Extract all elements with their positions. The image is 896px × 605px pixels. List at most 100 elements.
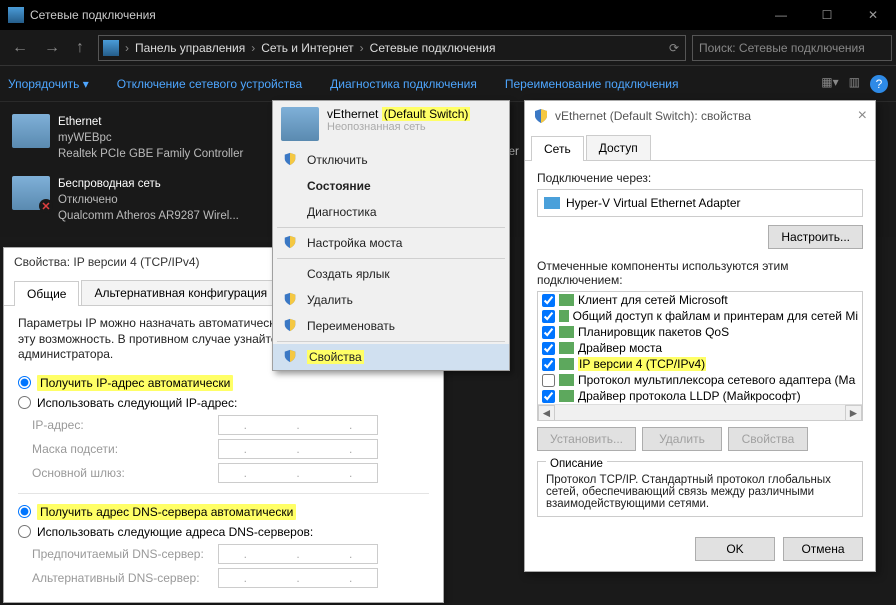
organize-dropdown[interactable]: Упорядочить ▾ [8, 77, 89, 91]
shield-icon [283, 292, 297, 306]
navigation-bar: ← → ↑ › Панель управления › Сеть и Интер… [0, 30, 896, 66]
disable-device-link[interactable]: Отключение сетевого устройства [117, 77, 302, 91]
ip-address-label: IP-адрес: [32, 418, 212, 432]
properties-dialog: vEthernet (Default Switch): свойства × С… [524, 100, 876, 572]
install-button[interactable]: Установить... [537, 427, 636, 451]
command-bar: Упорядочить ▾ Отключение сетевого устрой… [0, 66, 896, 102]
ctx-diag[interactable]: Диагностика [273, 199, 509, 225]
ctx-delete[interactable]: Удалить [273, 287, 509, 313]
label: Подключение через: [537, 171, 863, 185]
adapter-name: Hyper-V Virtual Ethernet Adapter [566, 196, 741, 210]
checkbox[interactable] [542, 390, 555, 403]
radio[interactable] [18, 396, 31, 409]
alt-dns-field[interactable]: ... [218, 568, 378, 588]
rename-link[interactable]: Переименование подключения [505, 77, 679, 91]
search-input[interactable]: Поиск: Сетевые подключения [692, 35, 892, 61]
tab-general[interactable]: Общие [14, 281, 79, 306]
minimize-button[interactable]: — [758, 0, 804, 30]
properties-button[interactable]: Свойства [728, 427, 808, 451]
network-icon [12, 114, 50, 148]
radio-manual-ip[interactable]: Использовать следующий IP-адрес: [18, 396, 429, 410]
connection-sub: myWEBpc [58, 130, 243, 146]
window-title: Сетевые подключения [30, 8, 156, 22]
shield-icon [283, 152, 297, 166]
shield-icon [283, 235, 297, 249]
ctx-rename[interactable]: Переименовать [273, 313, 509, 339]
connection-sub: Неопознанная сеть [327, 121, 470, 133]
checkbox[interactable] [542, 342, 555, 355]
ctx-shortcut[interactable]: Создать ярлык [273, 261, 509, 287]
connection-name: Ethernet [58, 114, 243, 130]
list-item: Общий доступ к файлам и принтерам для се… [538, 308, 862, 324]
checkbox[interactable] [542, 310, 555, 323]
close-icon[interactable]: × [858, 107, 867, 125]
legend: Описание [546, 458, 607, 470]
view-icon[interactable]: ▦▾ [821, 75, 838, 93]
radio-auto-ip[interactable]: Получить IP-адрес автоматически [18, 375, 429, 391]
list-item: Протокол мультиплексора сетевого адаптер… [538, 372, 862, 388]
adapter-icon [544, 197, 560, 209]
ctx-properties[interactable]: Свойства [273, 344, 509, 370]
ok-button[interactable]: OK [695, 537, 775, 561]
breadcrumb-seg[interactable]: Панель управления [131, 41, 249, 55]
window-titlebar: Сетевые подключения — ☐ ✕ [0, 0, 896, 30]
breadcrumb-seg[interactable]: Сеть и Интернет [257, 41, 357, 55]
checkbox[interactable] [542, 294, 555, 307]
context-menu: vEthernet (Default Switch) Неопознанная … [272, 100, 510, 371]
description-text: Протокол TCP/IP. Стандартный протокол гл… [546, 474, 854, 510]
refresh-icon[interactable]: ⟳ [663, 41, 685, 55]
adapter-box: Hyper-V Virtual Ethernet Adapter [537, 189, 863, 217]
list-item: Клиент для сетей Microsoft [538, 292, 862, 308]
checkbox[interactable] [542, 326, 555, 339]
radio-auto-dns[interactable]: Получить адрес DNS-сервера автоматически [18, 504, 429, 520]
maximize-button[interactable]: ☐ [804, 0, 850, 30]
radio[interactable] [18, 525, 31, 538]
forward-button[interactable]: → [36, 33, 68, 63]
gateway-field[interactable]: ... [218, 463, 378, 483]
radio[interactable] [18, 505, 31, 518]
up-button[interactable]: ↑ [68, 33, 92, 63]
tab-access[interactable]: Доступ [586, 135, 651, 160]
help-icon[interactable]: ? [870, 75, 888, 93]
description-group: Описание Протокол TCP/IP. Стандартный пр… [537, 461, 863, 517]
breadcrumb-seg[interactable]: Сетевые подключения [366, 41, 500, 55]
ctx-disable[interactable]: Отключить [273, 147, 509, 173]
shield-icon [283, 318, 297, 332]
folder-icon [103, 40, 119, 56]
ctx-state[interactable]: Состояние [273, 173, 509, 199]
ctx-bridge[interactable]: Настройка моста [273, 230, 509, 256]
tab-alt-config[interactable]: Альтернативная конфигурация [81, 280, 280, 305]
preview-icon[interactable]: ▥ [849, 75, 860, 93]
checkbox[interactable] [542, 358, 555, 371]
close-button[interactable]: ✕ [850, 0, 896, 30]
connection-sub: Qualcomm Atheros AR9287 Wirel... [58, 208, 239, 224]
list-item: IP версии 4 (TCP/IPv4) [538, 356, 862, 372]
back-button[interactable]: ← [4, 33, 36, 63]
tab-network[interactable]: Сеть [531, 136, 584, 161]
components-list[interactable]: Клиент для сетей Microsoft Общий доступ … [537, 291, 863, 421]
list-item: Драйвер моста [538, 340, 862, 356]
gateway-label: Основной шлюз: [32, 466, 212, 480]
connection-item-ethernet[interactable]: Ethernet myWEBpc Realtek PCIe GBE Family… [12, 114, 272, 162]
connection-name: vEthernet [327, 107, 378, 121]
connection-name: Беспроводная сеть [58, 176, 239, 192]
configure-button[interactable]: Настроить... [768, 225, 863, 249]
remove-button[interactable]: Удалить [642, 427, 722, 451]
pref-dns-field[interactable]: ... [218, 544, 378, 564]
connection-name-highlight: (Default Switch) [382, 107, 471, 121]
app-icon [8, 7, 24, 23]
subnet-field[interactable]: ... [218, 439, 378, 459]
radio[interactable] [18, 376, 31, 389]
alt-dns-label: Альтернативный DNS-сервер: [32, 571, 212, 585]
shield-icon [533, 108, 549, 124]
checkbox[interactable] [542, 374, 555, 387]
address-bar[interactable]: › Панель управления › Сеть и Интернет › … [98, 35, 686, 61]
cancel-button[interactable]: Отмена [783, 537, 863, 561]
scrollbar[interactable]: ◄► [538, 404, 862, 421]
radio-manual-dns[interactable]: Использовать следующие адреса DNS-сервер… [18, 525, 429, 539]
ip-address-field[interactable]: ... [218, 415, 378, 435]
diagnose-link[interactable]: Диагностика подключения [330, 77, 477, 91]
connection-item-wifi[interactable]: Беспроводная сеть Отключено Qualcomm Ath… [12, 176, 272, 224]
shield-icon [283, 349, 297, 363]
connection-item-vethernet[interactable]: vEthernet (Default Switch) Неопознанная … [273, 101, 509, 147]
